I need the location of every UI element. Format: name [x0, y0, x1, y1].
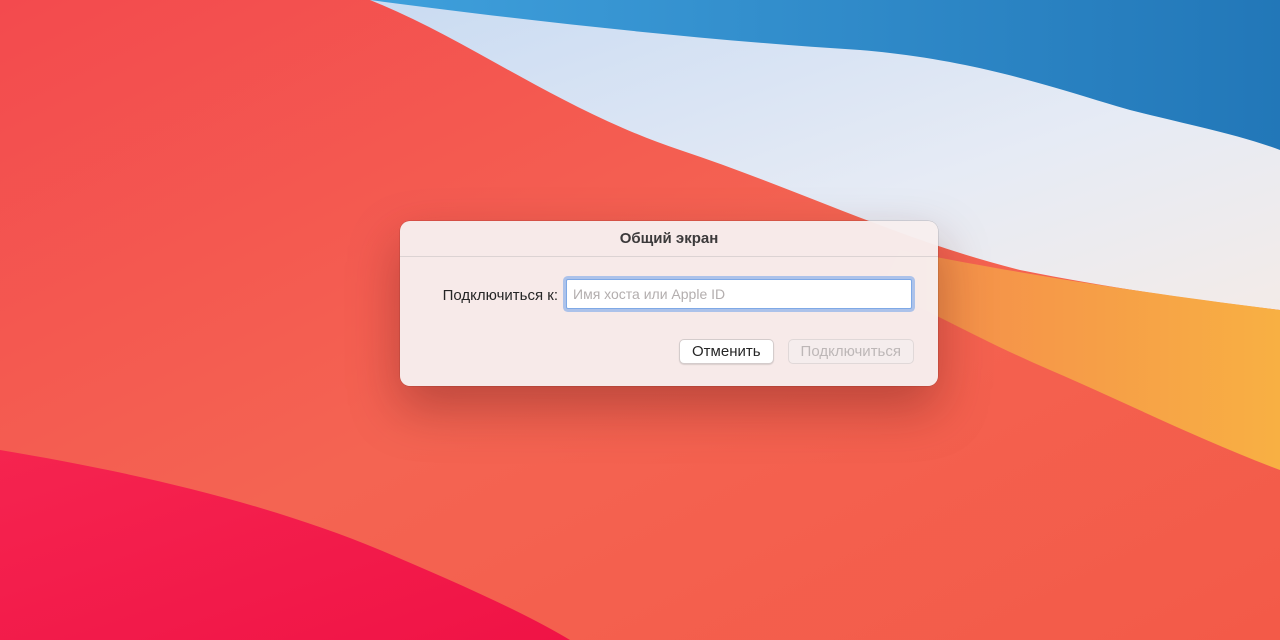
connect-button[interactable]: Подключиться [787, 339, 914, 364]
cancel-button[interactable]: Отменить [679, 339, 774, 364]
dialog-titlebar: Общий экран [400, 221, 938, 257]
connect-row: Подключиться к: [400, 279, 938, 311]
share-screen-dialog: Общий экран Подключиться к: Отменить Под… [400, 221, 938, 386]
desktop: Общий экран Подключиться к: Отменить Под… [0, 0, 1280, 640]
host-input[interactable] [566, 279, 912, 309]
connect-label: Подключиться к: [442, 287, 558, 304]
dialog-buttons: Отменить Подключиться [679, 339, 914, 364]
dialog-title: Общий экран [619, 230, 719, 247]
